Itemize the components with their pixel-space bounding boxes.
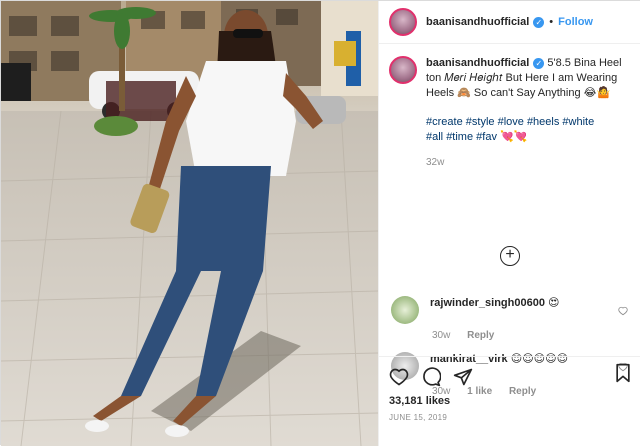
comment-item: rajwinder_singh00600 😍 30w Reply: [389, 296, 632, 341]
author-username[interactable]: baanisandhuofficial: [426, 16, 529, 28]
post-header: baanisandhuofficial ✓ • Follow: [379, 1, 640, 44]
hashtag-emoji: 💘💘: [500, 131, 528, 143]
verified-badge-icon: ✓: [533, 16, 545, 28]
comment-meta: 30w Reply: [432, 330, 632, 341]
post-date: JUNE 15, 2019: [389, 413, 448, 422]
comment-age: 30w: [432, 330, 451, 341]
commenter-avatar[interactable]: [391, 296, 419, 324]
post-side-panel: baanisandhuofficial ✓ • Follow baanisand…: [378, 1, 640, 446]
hashtag[interactable]: #love: [498, 116, 524, 128]
hashtag[interactable]: #style: [466, 116, 495, 128]
hashtag[interactable]: #fav: [476, 131, 497, 143]
hashtag-list: #create #style #love #heels #white #all …: [426, 115, 631, 145]
caption-block: baanisandhuofficial ✓ 5'8.5 Bina Heel ton…: [389, 56, 631, 170]
comment-icon[interactable]: [421, 367, 441, 387]
comment-text: 😍: [548, 297, 560, 309]
hashtag[interactable]: #heels: [527, 116, 559, 128]
share-icon[interactable]: [453, 367, 473, 387]
follow-button[interactable]: Follow: [558, 16, 593, 28]
post-photo[interactable]: [1, 1, 378, 446]
verified-badge-icon: ✓: [533, 58, 545, 69]
heart-icon[interactable]: [389, 367, 409, 387]
caption-username[interactable]: baanisandhuofficial: [426, 57, 529, 69]
caption-age: 32w: [426, 157, 445, 168]
caption-author-avatar[interactable]: [389, 56, 417, 84]
post-actions: 33,181 likes JUNE 15, 2019: [379, 356, 640, 428]
comment-like-heart-icon[interactable]: [618, 306, 628, 316]
separator-dot: •: [549, 16, 554, 28]
commenter-username[interactable]: rajwinder_singh00600: [430, 297, 545, 309]
hashtag[interactable]: #all: [426, 131, 443, 143]
author-avatar[interactable]: [389, 8, 417, 36]
load-more-comments-button[interactable]: +: [500, 246, 520, 266]
hashtag[interactable]: #time: [446, 131, 473, 143]
hashtag[interactable]: #create: [426, 116, 463, 128]
bookmark-icon[interactable]: [614, 363, 632, 383]
action-icons: [389, 363, 632, 391]
post-container: baanisandhuofficial ✓ • Follow baanisand…: [0, 0, 640, 446]
hashtag[interactable]: #white: [562, 116, 594, 128]
likes-count[interactable]: 33,181 likes: [389, 395, 632, 407]
comments-section: baanisandhuofficial ✓ 5'8.5 Bina Heel ton…: [379, 44, 640, 397]
caption: baanisandhuofficial ✓ 5'8.5 Bina Heel ton…: [426, 56, 631, 170]
post-photo-illustration: [1, 1, 378, 446]
reply-button[interactable]: Reply: [467, 330, 494, 341]
